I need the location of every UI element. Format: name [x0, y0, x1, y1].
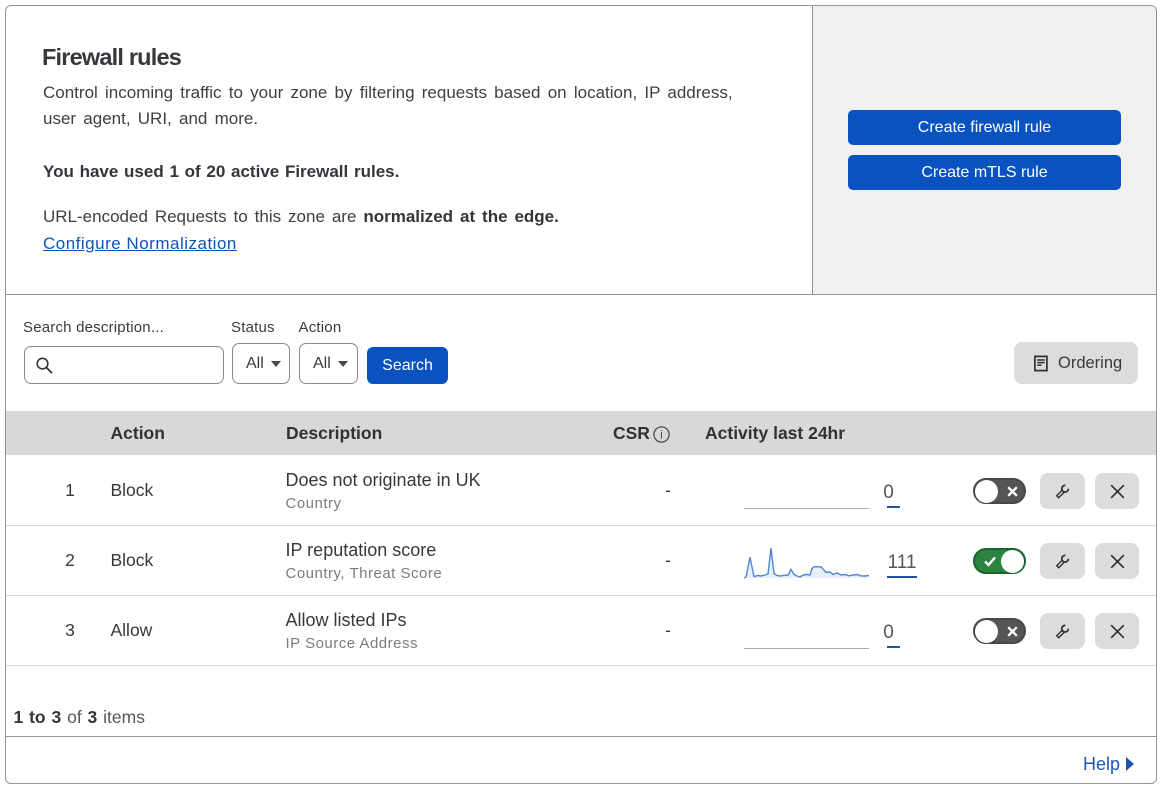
- svg-text:i: i: [660, 428, 663, 442]
